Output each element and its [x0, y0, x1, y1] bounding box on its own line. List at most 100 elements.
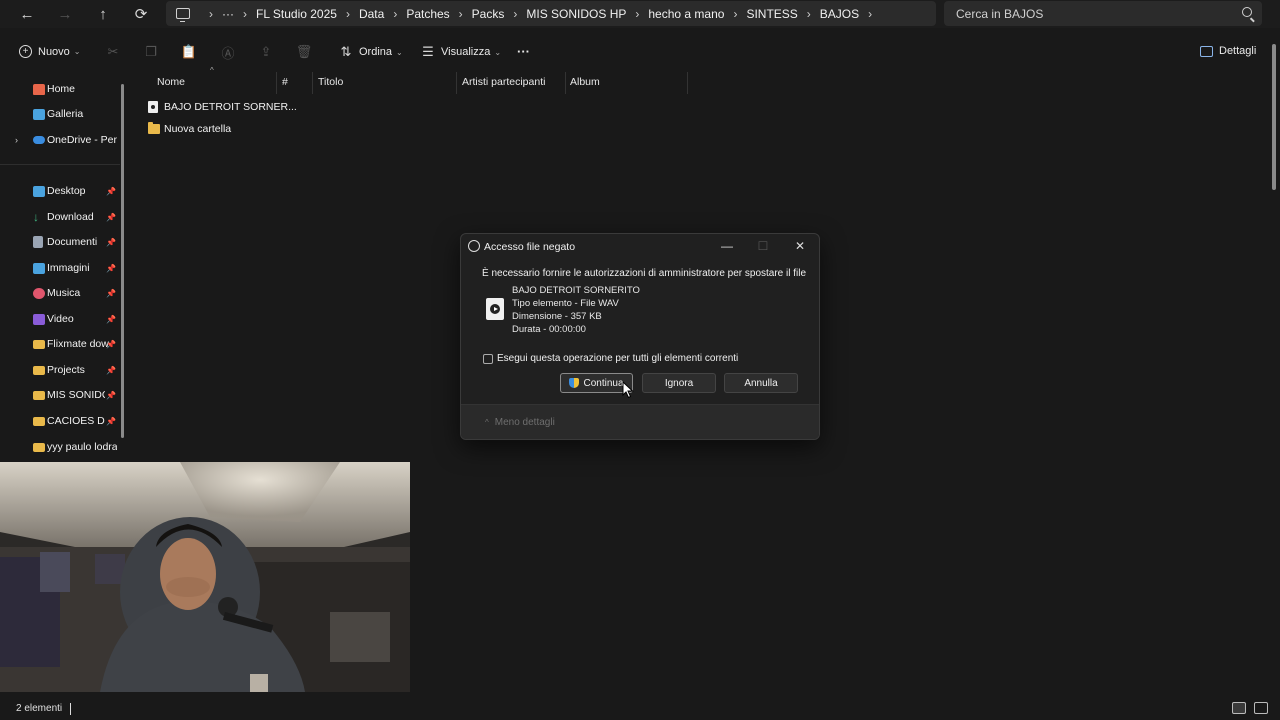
chevron-right-icon[interactable]: ›	[635, 7, 639, 21]
chevron-right-icon[interactable]: ›	[346, 7, 350, 21]
forward-button[interactable]: →	[46, 0, 84, 28]
pin-icon[interactable]: 📌	[106, 366, 116, 375]
column-divider[interactable]	[312, 72, 313, 94]
share-icon[interactable]: ⇪	[259, 44, 273, 59]
sidebar-item-label: OneDrive - Perso	[47, 134, 117, 146]
breadcrumb-item[interactable]: Patches	[406, 7, 449, 21]
sidebar-item-label: yyy paulo lodra	[47, 441, 117, 453]
cut-icon[interactable]: ✂	[106, 44, 120, 59]
column-divider[interactable]	[276, 72, 277, 94]
column-divider[interactable]	[687, 72, 688, 94]
sidebar-item-music[interactable]: Musica 📌	[0, 282, 124, 304]
details-view-icon[interactable]	[1232, 702, 1246, 714]
sidebar-item-label: Home	[47, 83, 76, 95]
rename-icon[interactable]: Ⓐ	[221, 45, 235, 61]
sidebar-item-gallery[interactable]: Galleria	[0, 103, 124, 125]
breadcrumb-item[interactable]: FL Studio 2025	[256, 7, 337, 21]
sidebar-item-download[interactable]: ↓ Download 📌	[0, 206, 124, 228]
sidebar-item-home[interactable]: Home	[0, 78, 124, 100]
breadcrumb-item[interactable]: Data	[359, 7, 384, 21]
audio-file-icon	[148, 101, 158, 113]
close-button[interactable]: ✕	[789, 237, 811, 255]
column-header-title[interactable]: Titolo	[318, 76, 343, 90]
pin-icon[interactable]: 📌	[106, 315, 116, 324]
back-button[interactable]: ←	[8, 0, 46, 28]
file-name: BAJO DETROIT SORNER...	[164, 101, 297, 113]
details-button[interactable]: Dettagli	[1200, 45, 1256, 57]
minimize-button[interactable]: —	[716, 237, 738, 255]
sidebar-item-documents[interactable]: Documenti 📌	[0, 231, 124, 253]
chevron-right-icon[interactable]: ›	[243, 7, 247, 21]
skip-button[interactable]: Ignora	[642, 373, 716, 393]
cancel-button[interactable]: Annulla	[724, 373, 798, 393]
apply-to-all-checkbox[interactable]	[483, 354, 493, 364]
sidebar-item-pictures[interactable]: Immagini 📌	[0, 257, 124, 279]
column-header-name[interactable]: Nome	[157, 76, 185, 90]
less-details-button[interactable]: ^ Meno dettagli	[485, 417, 555, 428]
copy-icon[interactable]: ❐	[144, 44, 158, 59]
new-button[interactable]: + Nuovo ⌄	[19, 45, 81, 58]
video-icon	[33, 313, 45, 325]
column-divider[interactable]	[456, 72, 457, 94]
pin-icon[interactable]: 📌	[106, 213, 116, 222]
sidebar-item-flixmate[interactable]: Flixmate dow 📌	[0, 333, 124, 355]
tiles-view-icon[interactable]	[1254, 702, 1268, 714]
maximize-button: ☐	[757, 239, 769, 253]
sidebar-item-cacioes-dj[interactable]: CACIOES DJ 📌	[0, 410, 124, 432]
sidebar-item-mis-sonidos[interactable]: MIS SONIDOS 📌	[0, 384, 124, 406]
refresh-button[interactable]: ⟳	[122, 0, 160, 28]
dialog-file-name: BAJO DETROIT SORNERITO	[512, 285, 640, 296]
breadcrumb-item[interactable]: MIS SONIDOS HP	[526, 7, 626, 21]
breadcrumb[interactable]: › ··· › FL Studio 2025 › Data › Patches …	[166, 1, 936, 26]
pin-icon[interactable]: 📌	[106, 417, 116, 426]
file-row[interactable]: BAJO DETROIT SORNER...	[148, 98, 297, 116]
view-button[interactable]: ☰ Visualizza ⌄	[421, 44, 501, 59]
breadcrumb-item[interactable]: BAJOS	[820, 7, 859, 21]
dialog-file-duration: Durata - 00:00:00	[512, 324, 586, 335]
file-row[interactable]: Nuova cartella	[148, 120, 231, 138]
search-input[interactable]: Cerca in BAJOS	[944, 1, 1262, 26]
chevron-right-icon[interactable]: ›	[393, 7, 397, 21]
chevron-right-icon[interactable]: ›	[459, 7, 463, 21]
up-button[interactable]: ↑	[84, 0, 122, 28]
apply-to-all-label[interactable]: Esegui questa operazione per tutti gli e…	[497, 353, 738, 364]
column-header-album[interactable]: Album	[570, 76, 600, 90]
breadcrumb-item[interactable]: SINTESS	[746, 7, 797, 21]
pin-icon[interactable]: 📌	[106, 289, 116, 298]
sidebar-divider	[0, 164, 120, 165]
search-icon[interactable]	[1242, 7, 1252, 17]
column-divider[interactable]	[565, 72, 566, 94]
chevron-right-icon[interactable]: ›	[15, 135, 18, 145]
more-options-button[interactable]: ···	[517, 44, 530, 59]
pin-icon[interactable]: 📌	[106, 264, 116, 273]
breadcrumb-overflow[interactable]: ···	[222, 7, 234, 21]
pictures-icon	[33, 262, 45, 274]
content-scrollbar[interactable]	[1272, 44, 1276, 190]
sidebar-item-onedrive[interactable]: › OneDrive - Perso	[0, 129, 124, 151]
sort-button[interactable]: ⇅ Ordina ⌄	[339, 44, 403, 59]
paste-icon[interactable]: 📋	[181, 44, 197, 59]
breadcrumb-item[interactable]: Packs	[472, 7, 505, 21]
column-header-number[interactable]: #	[282, 76, 288, 90]
sidebar-item-desktop[interactable]: Desktop 📌	[0, 180, 124, 202]
sidebar-item-video[interactable]: Video 📌	[0, 308, 124, 330]
pin-icon[interactable]: 📌	[106, 187, 116, 196]
audio-file-icon	[486, 298, 504, 320]
chevron-right-icon[interactable]: ›	[868, 7, 872, 21]
column-header-artists[interactable]: Artisti partecipanti	[462, 76, 545, 90]
delete-icon[interactable]: 🗑	[296, 44, 313, 59]
folder-icon	[148, 122, 160, 134]
sidebar-item-projects[interactable]: Projects 📌	[0, 359, 124, 381]
pin-icon[interactable]: 📌	[106, 391, 116, 400]
view-label: Visualizza	[441, 46, 491, 58]
chevron-right-icon[interactable]: ›	[807, 7, 811, 21]
pin-icon[interactable]: 📌	[106, 238, 116, 247]
sidebar-item-yyy-paulo[interactable]: yyy paulo lodra	[0, 436, 124, 458]
chevron-right-icon[interactable]: ›	[733, 7, 737, 21]
this-pc-icon[interactable]	[176, 8, 190, 22]
breadcrumb-item[interactable]: hecho a mano	[648, 7, 724, 21]
sidebar-scrollbar[interactable]	[121, 84, 124, 438]
pin-icon[interactable]: 📌	[106, 340, 116, 349]
chevron-right-icon[interactable]: ›	[513, 7, 517, 21]
chevron-right-icon[interactable]: ›	[209, 7, 213, 21]
